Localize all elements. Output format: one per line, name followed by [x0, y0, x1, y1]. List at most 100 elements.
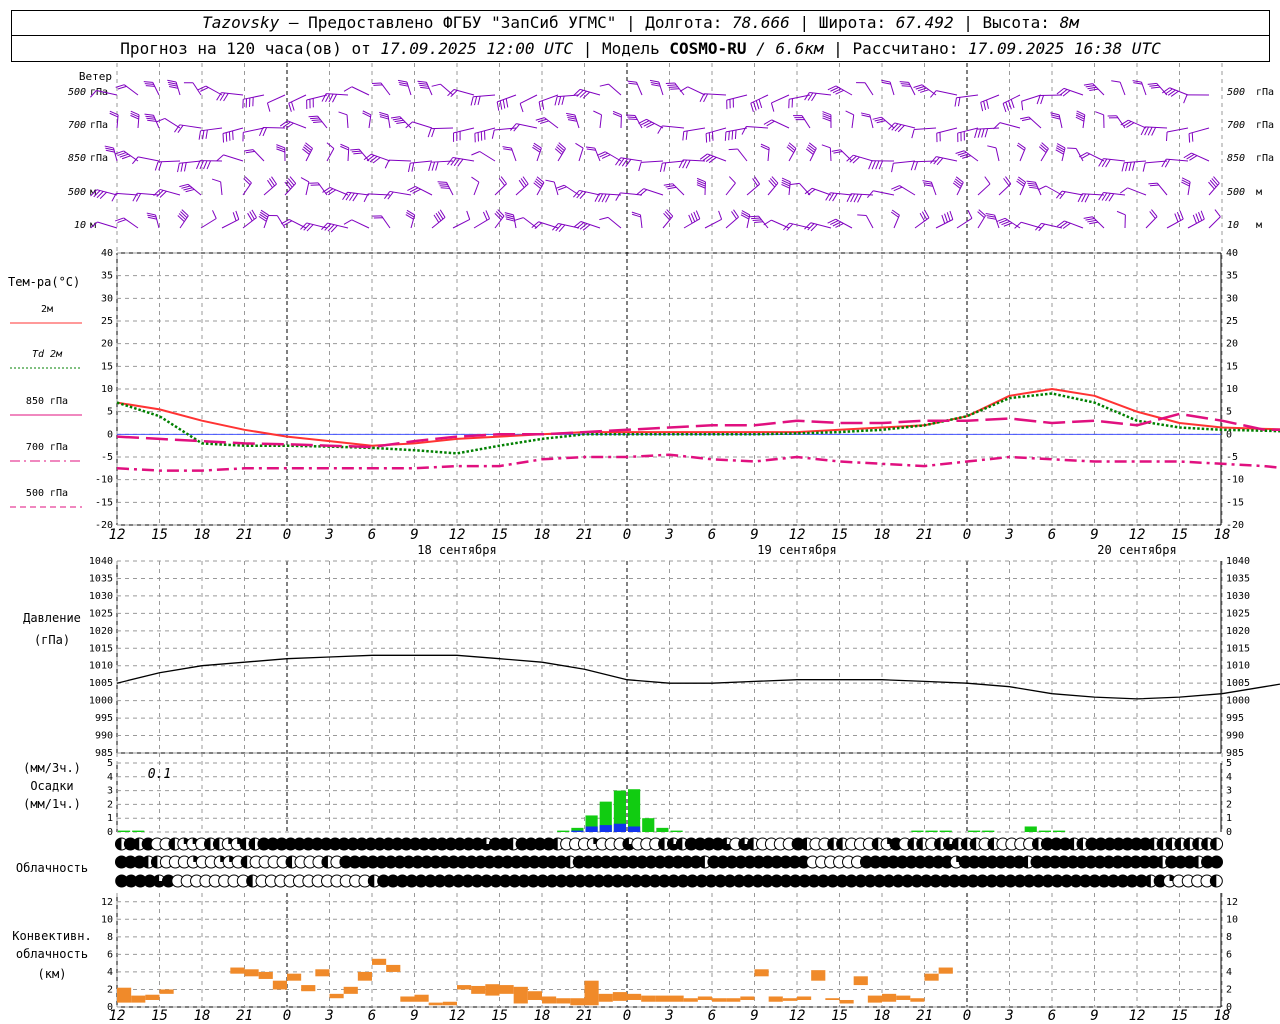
convective-cloud-bar [669, 995, 684, 1002]
wind-barb-row [109, 110, 1210, 143]
cloud-cover-symbol [1209, 874, 1223, 888]
wind-level-unit-right: гПа [1256, 120, 1274, 131]
temp-tick-right: 15 [1226, 361, 1238, 372]
precip-bar-1h [628, 826, 641, 832]
convective-title: облачность [16, 947, 88, 961]
time-tick-label: 15 [151, 1008, 168, 1024]
pressure-tick-right: 1020 [1226, 626, 1250, 637]
conv-tick-right: 2 [1226, 984, 1232, 995]
convective-cloud-bar [272, 980, 287, 990]
precip-title: Осадки [30, 779, 73, 793]
precip-bar-3h [118, 830, 131, 832]
precip-bar-3h [925, 830, 938, 832]
conv-tick-left: 8 [107, 932, 113, 943]
time-tick-label: 21 [236, 1008, 253, 1024]
time-tick-label: 21 [236, 527, 253, 543]
precip-tick-left: 2 [107, 799, 113, 810]
precip-tick-left: 5 [107, 758, 113, 769]
precip-tick-right: 2 [1226, 799, 1232, 810]
precip-bar-1h [599, 825, 612, 832]
precip-bar-3h [1024, 826, 1037, 832]
time-tick-label: 21 [576, 1008, 593, 1024]
time-tick-label: 21 [576, 527, 593, 543]
time-tick-label: 6 [1048, 1008, 1056, 1024]
wind-barb-row [90, 209, 1221, 233]
convective-cloud-bar [230, 967, 245, 974]
precip-bar-3h [642, 818, 655, 832]
convective-cloud-bar [882, 993, 897, 1002]
pressure-tick-left: 1025 [89, 608, 113, 619]
temperature-legend-label: 2м [41, 304, 53, 315]
precip-bar-3h [132, 830, 145, 832]
convective-cloud-bar [683, 998, 698, 1002]
conv-tick-right: 4 [1226, 967, 1232, 978]
conv-tick-right: 6 [1226, 949, 1232, 960]
temp-tick-left: 25 [101, 316, 113, 327]
temp-tick-left: 5 [107, 407, 113, 418]
precip-tick-right: 1 [1226, 813, 1232, 824]
wind-level-label-right: 500 [1227, 187, 1245, 198]
precip-bar-3h [939, 830, 952, 832]
convective-cloud-bar [499, 985, 514, 994]
temp-tick-right: 10 [1226, 384, 1238, 395]
conv-tick-left: 4 [107, 967, 113, 978]
temp-tick-left: 10 [101, 384, 113, 395]
precip-bar-3h [670, 830, 683, 832]
conv-tick-right: 8 [1226, 932, 1232, 943]
convective-cloud-bar [782, 998, 797, 1001]
convective-cloud-bar [542, 996, 557, 1004]
time-tick-label: 6 [368, 527, 376, 543]
precip-tick-right: 3 [1226, 786, 1232, 797]
convective-cloud-bar [740, 996, 755, 1000]
time-tick-label: 15 [151, 527, 168, 543]
wind-level-unit: гПа [90, 120, 108, 131]
time-tick-label: 6 [708, 527, 716, 543]
convective-cloud-bar [315, 969, 330, 977]
time-tick-label: 3 [324, 527, 333, 543]
precip-bar-3h [968, 830, 981, 832]
temp-tick-right: 30 [1226, 293, 1238, 304]
temperature-legend-label: 500 гПа [26, 488, 68, 499]
time-tick-label: 0 [963, 1008, 971, 1024]
wind-level-label-right: 700 [1227, 120, 1245, 131]
wind-level-label-right: 10 [1227, 220, 1239, 231]
precip-value-label: 0.1 [148, 767, 171, 782]
precip-bar-3h [656, 827, 669, 832]
temperature-series-line [116, 453, 1280, 472]
time-tick-label: 18 [874, 1008, 891, 1024]
wind-level-unit-right: гПа [1256, 153, 1274, 164]
time-tick-label: 15 [1171, 1008, 1188, 1024]
time-tick-label: 3 [664, 1008, 673, 1024]
pressure-tick-right: 990 [1226, 731, 1244, 742]
time-tick-label: 12 [789, 527, 806, 543]
temp-tick-right: -5 [1226, 452, 1238, 463]
precip-bar-1h [571, 830, 584, 832]
precip-tick-left: 1 [107, 813, 113, 824]
wind-level-label: 500 [68, 87, 86, 98]
convective-cloud-bar [570, 998, 585, 1006]
time-tick-label: 18 [1214, 527, 1231, 543]
convective-cloud-bar [797, 996, 812, 1000]
convective-cloud-bar [726, 998, 741, 1002]
convective-cloud-bar [712, 998, 727, 1002]
convective-cloud-bar [556, 998, 571, 1004]
conv-tick-right: 10 [1226, 914, 1238, 925]
convective-cloud-bar [457, 985, 472, 990]
pressure-tick-right: 1010 [1226, 661, 1250, 672]
convective-cloud-bar [131, 995, 146, 1003]
wind-barb-row [90, 176, 1220, 203]
wind-level-label: 850 [68, 153, 86, 164]
pressure-tick-left: 1010 [89, 661, 113, 672]
time-tick-label: 0 [963, 527, 971, 543]
wind-level-label: 10 [74, 220, 86, 231]
precip-bar-3h [557, 830, 570, 832]
wind-barb-row [90, 79, 1210, 113]
precip-bar-3h [1038, 830, 1051, 832]
convective-cloud-bar [641, 995, 656, 1002]
time-tick-label: 21 [916, 1008, 933, 1024]
cloud-cover-symbol [1210, 837, 1224, 851]
convective-cloud-bar [527, 991, 542, 1000]
wind-level-label-right: 850 [1227, 153, 1245, 164]
precip-unit-3h: (мм/3ч.) [23, 761, 81, 775]
convective-cloud-bar [924, 973, 939, 981]
